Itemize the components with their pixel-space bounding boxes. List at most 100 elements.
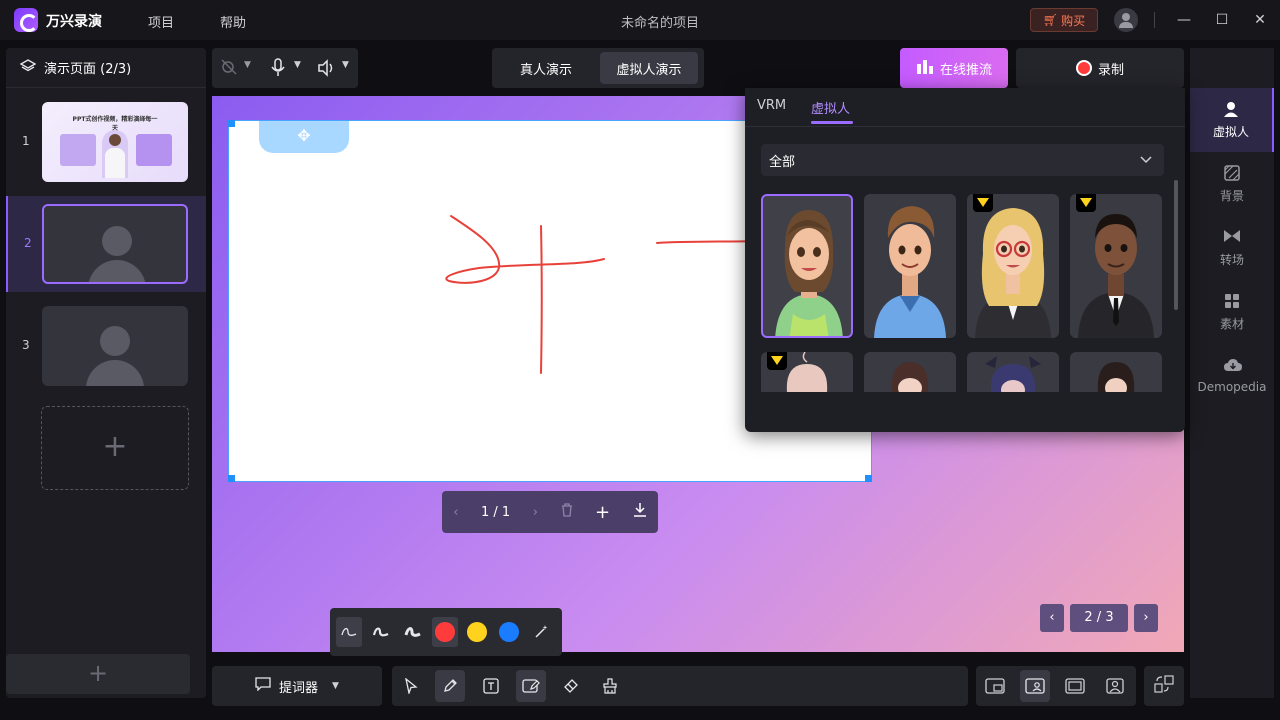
camera-off-icon[interactable] <box>220 58 238 80</box>
record-button[interactable]: 录制 <box>1016 48 1184 88</box>
divider <box>745 126 1185 127</box>
speaker-icon[interactable] <box>316 58 336 82</box>
maximize-icon[interactable]: ☐ <box>1212 10 1232 30</box>
sidebar-item-materials[interactable]: 素材 <box>1190 280 1274 344</box>
avatar-card-anime-1[interactable] <box>761 352 853 392</box>
whiteboard-pager: ‹ 1 / 1 › + <box>442 491 658 533</box>
whiteboard-icon[interactable] <box>516 670 546 702</box>
slide-item-3[interactable]: 3 <box>6 298 206 394</box>
sidebar-item-background[interactable]: 背景 <box>1190 152 1274 216</box>
layout-pip-left-icon[interactable] <box>980 670 1010 702</box>
prompter-label: 提词器 <box>279 680 319 696</box>
close-icon[interactable]: ✕ <box>1250 10 1270 30</box>
record-label: 录制 <box>1097 62 1124 78</box>
avatar-card-anime-4[interactable] <box>1070 352 1162 392</box>
avatar-card-anime-3[interactable] <box>967 352 1059 392</box>
avatar-card-male-business[interactable] <box>1070 194 1162 338</box>
slide-counter: 2 / 3 <box>1070 604 1128 632</box>
minimize-icon[interactable]: — <box>1174 10 1194 30</box>
resize-handle[interactable] <box>865 475 872 482</box>
premium-gem-icon <box>973 194 993 212</box>
resize-handle[interactable] <box>228 475 235 482</box>
eraser-icon[interactable] <box>556 670 586 702</box>
sidebar-item-demopedia[interactable]: Demopedia <box>1190 344 1274 408</box>
sidebar-item-label: 背景 <box>1219 188 1244 203</box>
pen-thick-icon[interactable] <box>400 617 426 647</box>
slide-thumbnail <box>42 306 188 386</box>
add-page-icon[interactable]: + <box>595 502 610 523</box>
slides-header: 演示页面 (2/3) <box>6 48 206 88</box>
download-icon[interactable] <box>633 502 647 522</box>
thumb-presenter <box>102 130 128 178</box>
cursor-icon[interactable] <box>396 670 426 702</box>
tab-virtual-presenter[interactable]: 虚拟人演示 <box>600 52 698 84</box>
category-filter-select[interactable]: 全部 <box>761 144 1164 176</box>
layout-camera-only-icon[interactable] <box>1100 670 1130 702</box>
sidebar-item-label: Demopedia <box>1197 380 1267 394</box>
title-bar: 万兴录演 项目 帮助 未命名的项目 🛒︎ 购买 — ☐ ✕ <box>0 0 1280 40</box>
layout-switcher <box>976 666 1136 706</box>
avatar-card-male-casual[interactable] <box>864 194 956 338</box>
prev-slide-icon[interactable]: ‹ <box>1040 604 1064 632</box>
swap-icon <box>1154 675 1174 697</box>
pen-icon[interactable] <box>435 670 465 702</box>
tab-virtual-human[interactable]: 虚拟人 <box>811 98 850 117</box>
pen-medium-icon[interactable] <box>368 617 394 647</box>
avatar-icon <box>1222 101 1240 117</box>
thumb-graphic <box>136 134 172 166</box>
sidebar-item-label: 虚拟人 <box>1212 124 1249 139</box>
background-icon <box>1223 164 1241 181</box>
tab-vrm[interactable]: VRM <box>757 98 786 113</box>
menu-help[interactable]: 帮助 <box>220 12 246 31</box>
slide-number: 1 <box>22 134 30 148</box>
sidebar-item-label: 素材 <box>1219 316 1244 331</box>
tab-live-presenter[interactable]: 真人演示 <box>498 52 594 84</box>
panel-scrollbar[interactable] <box>1174 180 1178 310</box>
resize-handle[interactable] <box>228 120 235 127</box>
project-title: 未命名的项目 <box>620 16 699 31</box>
pen-thin-icon[interactable] <box>336 617 362 647</box>
clear-brush-icon[interactable] <box>595 670 625 702</box>
prev-page-icon[interactable]: ‹ <box>453 505 458 520</box>
avatar-card-anime-2[interactable] <box>864 352 956 392</box>
next-page-icon[interactable]: › <box>533 505 538 520</box>
avatar-card-female-casual[interactable] <box>761 194 853 338</box>
layout-pip-right-icon[interactable] <box>1020 670 1050 702</box>
chevron-down-icon[interactable]: ▼ <box>244 60 251 70</box>
menu-project[interactable]: 项目 <box>148 12 174 31</box>
live-stream-button[interactable]: 在线推流 <box>900 48 1008 88</box>
active-tab-indicator <box>811 121 853 124</box>
color-yellow-swatch[interactable] <box>464 617 490 647</box>
slide-item-2[interactable]: 2 <box>6 196 206 292</box>
add-page-button[interactable]: + <box>6 654 190 694</box>
bar-chart-icon <box>916 58 934 78</box>
chevron-down-icon[interactable]: ▼ <box>342 60 349 70</box>
buy-button[interactable]: 🛒︎ 购买 <box>1030 8 1098 32</box>
magic-pen-icon[interactable] <box>528 617 554 647</box>
chevron-down-icon[interactable]: ▼ <box>294 60 301 70</box>
avatar-card-female-business[interactable] <box>967 194 1059 338</box>
add-slide-button[interactable]: + <box>41 406 189 490</box>
slide-navigator: ‹ 2 / 3 › <box>1040 604 1158 632</box>
swap-layout-button[interactable] <box>1144 666 1184 706</box>
trash-icon[interactable] <box>561 503 573 521</box>
buy-label: 购买 <box>1061 13 1086 28</box>
slide-item-1[interactable]: 1 PPT式创作视频，精彩演绎每一天 <box>6 94 206 190</box>
female-business-avatar-image <box>975 208 1051 338</box>
slides-header-label: 演示页面 (2/3) <box>44 62 132 77</box>
layout-slide-only-icon[interactable] <box>1060 670 1090 702</box>
text-tool-icon[interactable] <box>476 670 506 702</box>
slide-thumbnail: PPT式创作视频，精彩演绎每一天 <box>42 102 188 182</box>
sidebar-item-avatar[interactable]: 虚拟人 <box>1190 88 1274 152</box>
account-avatar[interactable] <box>1114 8 1138 32</box>
microphone-icon[interactable] <box>270 58 286 82</box>
color-red-swatch[interactable] <box>432 617 458 647</box>
record-icon <box>1075 60 1092 76</box>
chevron-down-icon: ▼ <box>332 681 339 691</box>
next-slide-icon[interactable]: › <box>1134 604 1158 632</box>
prompter-button[interactable]: 提词器 ▼ <box>212 666 382 706</box>
slides-panel: 演示页面 (2/3) 1 PPT式创作视频，精彩演绎每一天 2 3 + + <box>6 48 206 698</box>
thumb-graphic <box>60 134 96 166</box>
sidebar-item-transition[interactable]: 转场 <box>1190 216 1274 280</box>
color-blue-swatch[interactable] <box>496 617 522 647</box>
